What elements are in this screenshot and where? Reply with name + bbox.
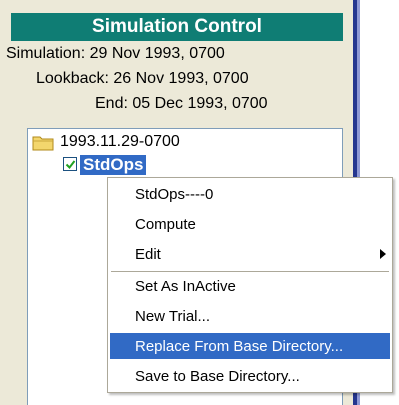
context-menu: StdOps----0 Compute Edit Set As InActive… — [107, 177, 393, 393]
menu-separator — [111, 271, 389, 272]
menu-item-new-trial[interactable]: New Trial... — [110, 303, 390, 329]
node-checkbox[interactable] — [63, 157, 77, 171]
tree-root-label: 1993.11.29-0700 — [60, 133, 180, 150]
menu-item-edit-label: Edit — [135, 245, 161, 263]
menu-item-replace-from-base[interactable]: Replace From Base Directory... — [110, 333, 390, 359]
menu-item-edit[interactable]: Edit — [110, 241, 390, 267]
folder-icon — [32, 136, 54, 150]
menu-item-stdops-0[interactable]: StdOps----0 — [110, 181, 390, 207]
checkmark-icon — [65, 159, 75, 169]
tree-root-node[interactable]: 1993.11.29-0700 — [32, 133, 180, 151]
panel-title: Simulation Control — [11, 13, 343, 41]
simulation-time: Simulation: 29 Nov 1993, 0700 — [6, 45, 225, 62]
menu-item-set-inactive[interactable]: Set As InActive — [110, 273, 390, 299]
lookback-time: Lookback: 26 Nov 1993, 0700 — [36, 70, 249, 87]
menu-item-compute[interactable]: Compute — [110, 211, 390, 237]
tree-node-stdops[interactable]: StdOps — [80, 155, 147, 175]
menu-item-save-to-base[interactable]: Save to Base Directory... — [110, 363, 390, 389]
submenu-arrow-icon — [380, 249, 386, 259]
end-time: End: 05 Dec 1993, 0700 — [95, 95, 268, 112]
